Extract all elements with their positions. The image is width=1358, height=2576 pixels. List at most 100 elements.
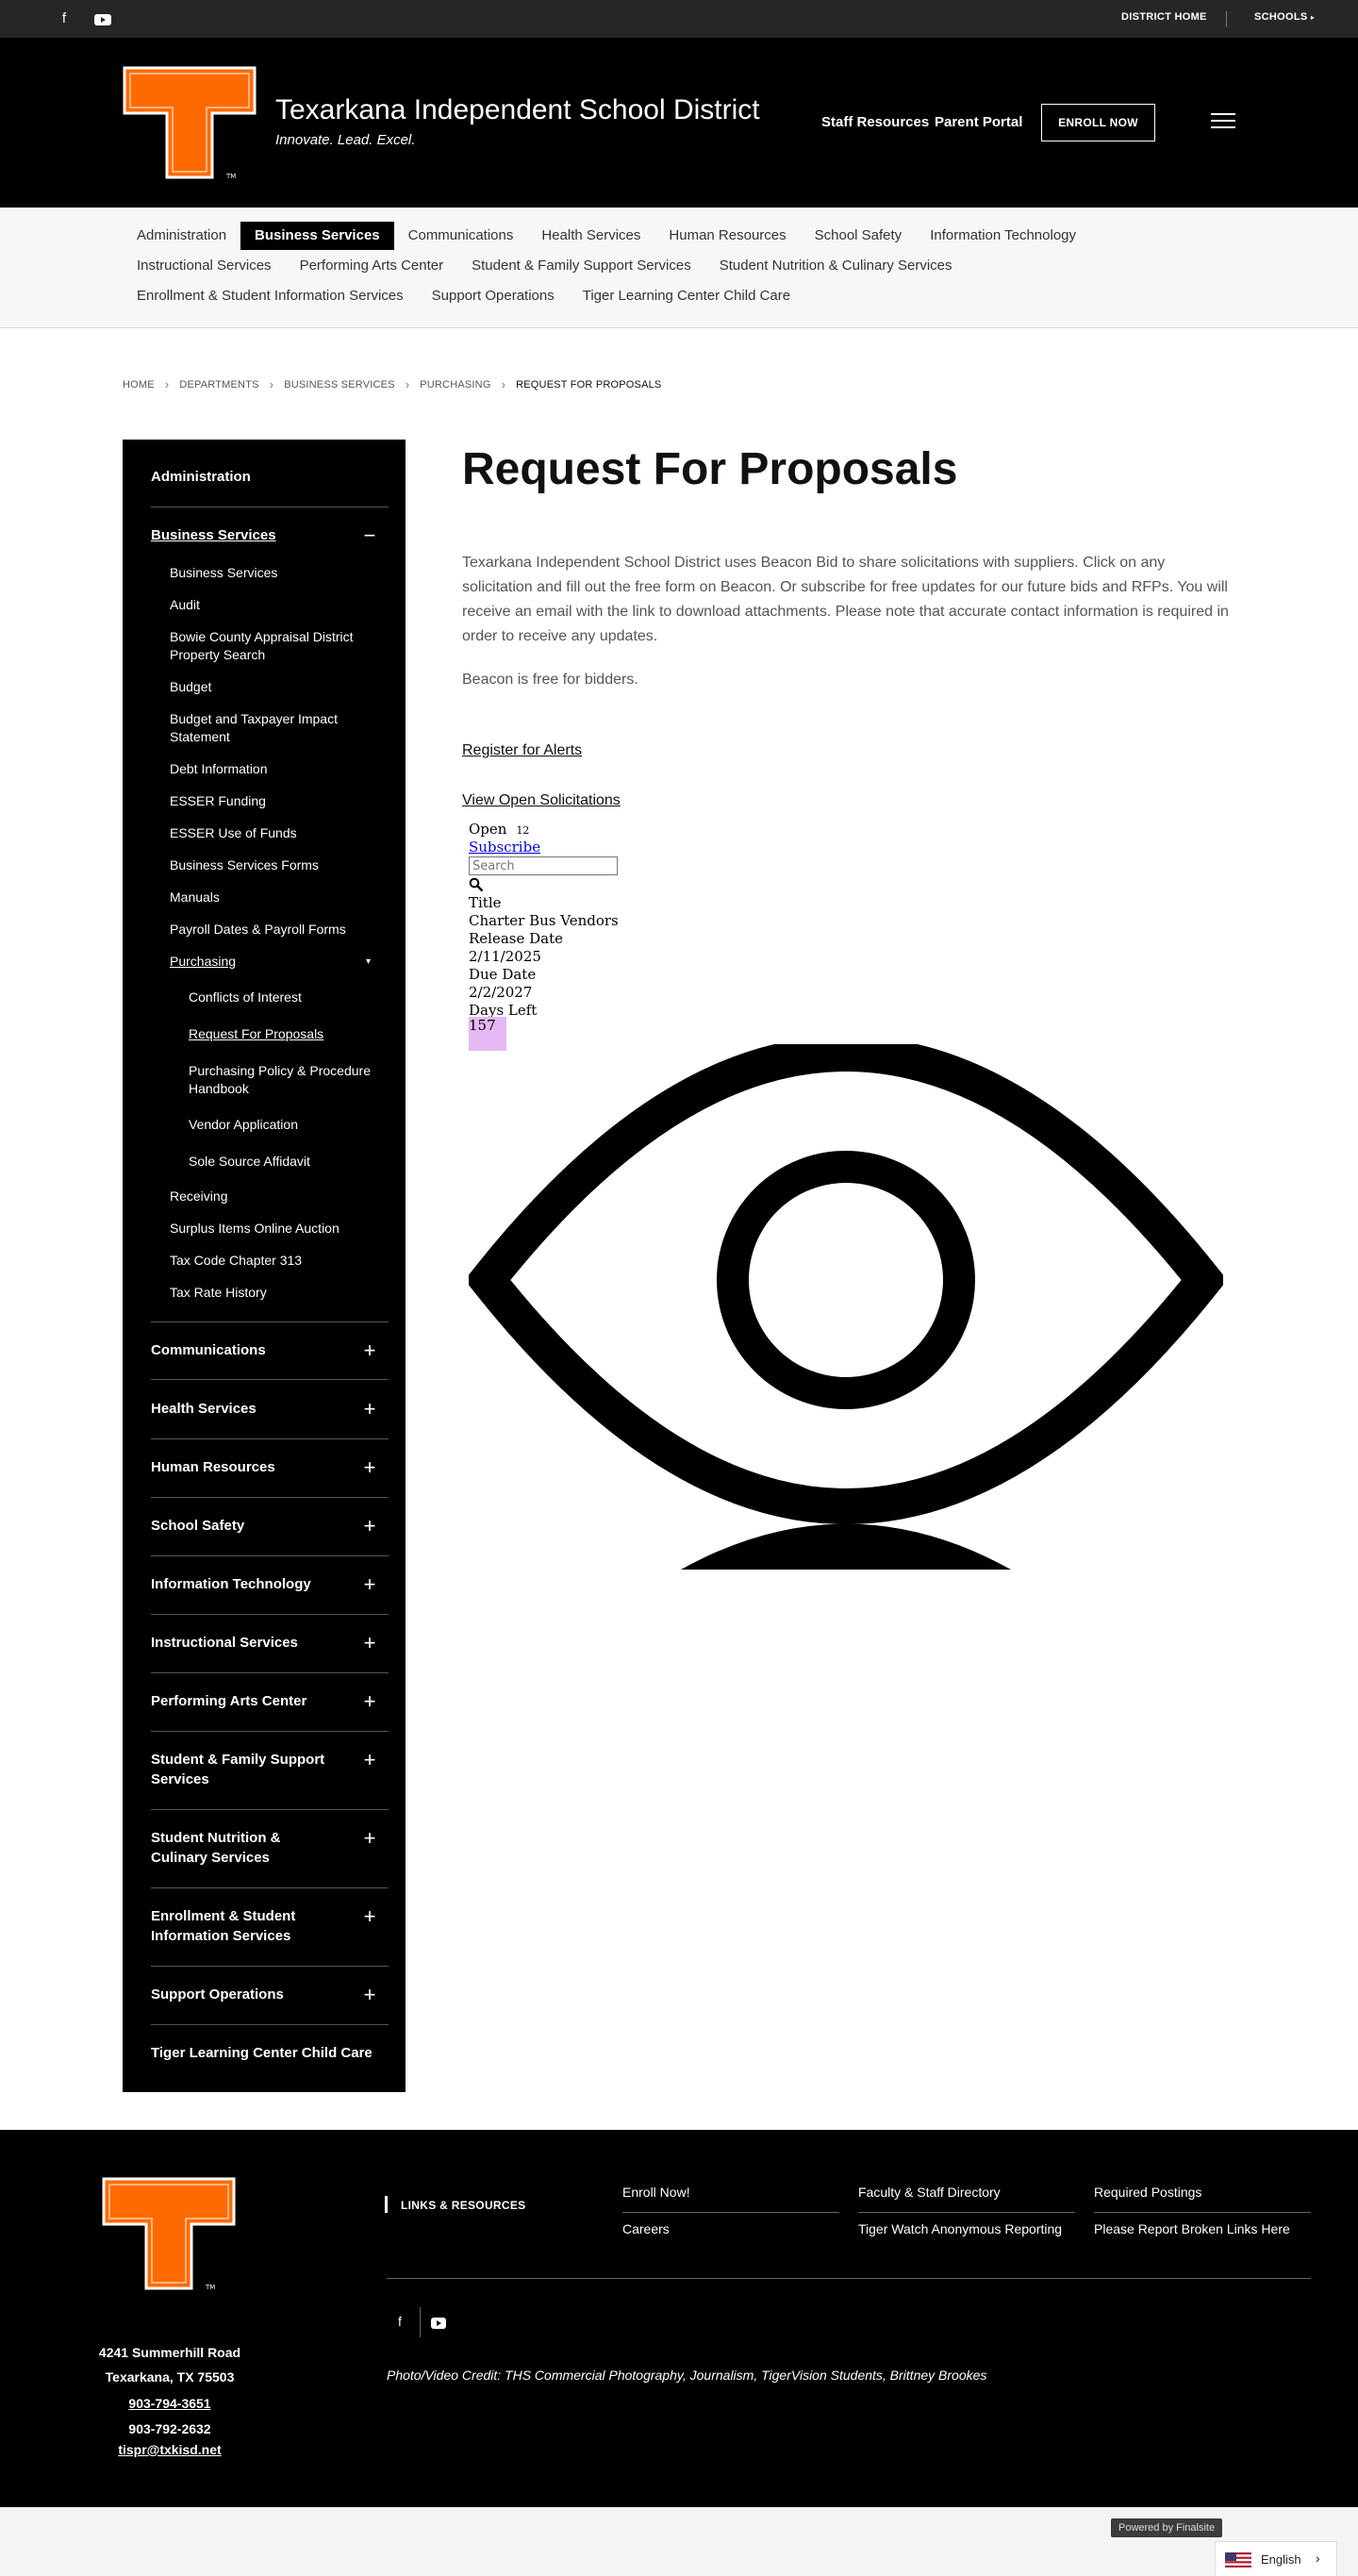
- sidebar-subsubitem-vendor-application[interactable]: Vendor Application: [189, 1116, 377, 1134]
- district-home-link[interactable]: DISTRICT HOME: [1121, 11, 1207, 23]
- dept-tab-administration[interactable]: Administration: [123, 222, 240, 250]
- plus-icon[interactable]: +: [360, 1340, 379, 1361]
- plus-icon[interactable]: +: [360, 1691, 379, 1712]
- sidebar-item-school-safety[interactable]: School Safety: [151, 1516, 330, 1536]
- site-title[interactable]: Texarkana Independent School District: [275, 94, 760, 126]
- footer-logo-icon[interactable]: TM: [102, 2177, 239, 2292]
- plus-icon[interactable]: +: [360, 1574, 379, 1595]
- open-label[interactable]: Open: [469, 821, 506, 838]
- sidebar-item-human-resources[interactable]: Human Resources: [151, 1457, 330, 1477]
- breadcrumb-home[interactable]: HOME: [123, 379, 155, 391]
- plus-icon[interactable]: +: [360, 1828, 379, 1849]
- dept-tab-human-resources[interactable]: Human Resources: [654, 222, 800, 250]
- sidebar-subsubitem-sole-source[interactable]: Sole Source Affidavit: [189, 1153, 377, 1171]
- subscribe-link[interactable]: Subscribe: [469, 839, 540, 856]
- footer-facebook-icon[interactable]: f: [390, 2314, 409, 2329]
- sidebar-subsubitem-policy-handbook[interactable]: Purchasing Policy & Procedure Handbook: [189, 1062, 377, 1098]
- facebook-icon[interactable]: f: [55, 9, 74, 28]
- sidebar-item-support-operations[interactable]: Support Operations: [151, 1985, 330, 2004]
- sidebar-subitem-business-services[interactable]: Business Services: [170, 564, 368, 582]
- footer-link-required-postings[interactable]: Required Postings: [1094, 2185, 1201, 2200]
- staff-resources-link[interactable]: Staff Resources: [821, 114, 929, 130]
- solicitation-title[interactable]: Charter Bus Vendors: [469, 912, 619, 929]
- sidebar-subitem-debt-information[interactable]: Debt Information: [170, 760, 368, 778]
- dept-tab-student-family-support[interactable]: Student & Family Support Services: [457, 252, 705, 280]
- footer-link-careers[interactable]: Careers: [622, 2221, 670, 2236]
- plus-icon[interactable]: +: [360, 1906, 379, 1927]
- dept-tab-business-services[interactable]: Business Services: [240, 222, 394, 250]
- dept-tab-performing-arts-center[interactable]: Performing Arts Center: [286, 252, 458, 280]
- dept-tab-tiger-learning-center[interactable]: Tiger Learning Center Child Care: [569, 282, 804, 310]
- dept-tab-instructional-services[interactable]: Instructional Services: [123, 252, 286, 280]
- title-label: Title: [469, 894, 502, 911]
- minus-icon[interactable]: −: [360, 525, 379, 546]
- view-solicitations-link[interactable]: View Open Solicitations: [462, 792, 621, 809]
- sidebar-subitem-receiving[interactable]: Receiving: [170, 1188, 368, 1205]
- sidebar-subitem-audit[interactable]: Audit: [170, 596, 368, 614]
- sidebar-subitem-payroll[interactable]: Payroll Dates & Payroll Forms: [170, 921, 368, 939]
- dept-tab-communications[interactable]: Communications: [394, 222, 528, 250]
- footer-link-broken-links[interactable]: Please Report Broken Links Here: [1094, 2221, 1290, 2236]
- breadcrumb: HOME › DEPARTMENTS › BUSINESS SERVICES ›…: [123, 377, 661, 391]
- hamburger-menu-icon[interactable]: [1211, 113, 1235, 130]
- caret-down-icon[interactable]: ▾: [366, 956, 371, 967]
- sidebar-subitem-esser-funding[interactable]: ESSER Funding: [170, 792, 368, 810]
- dept-tab-student-nutrition[interactable]: Student Nutrition & Culinary Services: [705, 252, 967, 280]
- sidebar-item-enrollment[interactable]: Enrollment & Student Information Service…: [151, 1906, 330, 1946]
- utility-bar: f DISTRICT HOME SCHOOLS ▸: [0, 0, 1358, 38]
- breadcrumb-departments[interactable]: DEPARTMENTS: [179, 379, 258, 391]
- sidebar-item-tiger-learning-center[interactable]: Tiger Learning Center Child Care: [151, 2043, 387, 2063]
- sidebar-item-health-services[interactable]: Health Services: [151, 1399, 330, 1419]
- dept-tab-health-services[interactable]: Health Services: [527, 222, 654, 250]
- dept-tab-enrollment[interactable]: Enrollment & Student Information Service…: [123, 282, 418, 310]
- sidebar-subitem-appraisal-district[interactable]: Bowie County Appraisal District Property…: [170, 628, 368, 664]
- sidebar-subitem-tax-rate[interactable]: Tax Rate History: [170, 1284, 368, 1302]
- sidebar-item-business-services[interactable]: Business Services: [151, 527, 276, 543]
- footer-social-divider: [420, 2307, 421, 2337]
- footer-youtube-icon[interactable]: [429, 2316, 448, 2331]
- footer-email[interactable]: tispr@txkisd.net: [0, 2442, 340, 2457]
- plus-icon[interactable]: +: [360, 1633, 379, 1654]
- sidebar-subsubitem-rfp[interactable]: Request For Proposals: [189, 1025, 377, 1043]
- search-icon[interactable]: [469, 877, 484, 892]
- breadcrumb-purchasing[interactable]: PURCHASING: [420, 379, 490, 391]
- sidebar-subitem-budget[interactable]: Budget: [170, 678, 368, 696]
- sidebar-subitem-purchasing[interactable]: Purchasing: [170, 953, 368, 971]
- plus-icon[interactable]: +: [360, 1457, 379, 1478]
- sidebar-subitem-business-forms[interactable]: Business Services Forms: [170, 856, 368, 874]
- schools-dropdown[interactable]: SCHOOLS ▸: [1254, 11, 1315, 23]
- sidebar-item-administration[interactable]: Administration: [151, 469, 251, 485]
- sidebar-subitem-manuals[interactable]: Manuals: [170, 889, 368, 906]
- sidebar-item-student-nutrition[interactable]: Student Nutrition & Culinary Services: [151, 1828, 330, 1868]
- register-alerts-link[interactable]: Register for Alerts: [462, 742, 582, 759]
- plus-icon[interactable]: +: [360, 1985, 379, 2005]
- district-logo-icon[interactable]: TM: [123, 66, 259, 181]
- powered-by-badge[interactable]: Powered by Finalsite: [1111, 2518, 1223, 2537]
- language-selector[interactable]: English ›: [1215, 2541, 1337, 2576]
- sidebar-subitem-tax-code[interactable]: Tax Code Chapter 313: [170, 1252, 368, 1270]
- sidebar-item-communications[interactable]: Communications: [151, 1340, 330, 1360]
- sidebar-item-student-family-support[interactable]: Student & Family Support Services: [151, 1750, 330, 1789]
- sidebar-subitem-budget-taxpayer[interactable]: Budget and Taxpayer Impact Statement: [170, 710, 368, 746]
- breadcrumb-business-services[interactable]: BUSINESS SERVICES: [284, 379, 395, 391]
- dept-tab-support-operations[interactable]: Support Operations: [418, 282, 569, 310]
- sidebar-item-information-technology[interactable]: Information Technology: [151, 1574, 330, 1594]
- plus-icon[interactable]: +: [360, 1750, 379, 1770]
- footer-link-tiger-watch[interactable]: Tiger Watch Anonymous Reporting: [858, 2221, 1062, 2236]
- dept-tab-information-technology[interactable]: Information Technology: [916, 222, 1090, 250]
- plus-icon[interactable]: +: [360, 1399, 379, 1420]
- parent-portal-link[interactable]: Parent Portal: [935, 114, 1022, 130]
- dept-tab-school-safety[interactable]: School Safety: [801, 222, 917, 250]
- enroll-now-button[interactable]: ENROLL NOW: [1041, 104, 1155, 141]
- footer-link-staff-directory[interactable]: Faculty & Staff Directory: [858, 2185, 1001, 2200]
- footer-link-enroll-now[interactable]: Enroll Now!: [622, 2185, 690, 2200]
- sidebar-subitem-esser-use[interactable]: ESSER Use of Funds: [170, 824, 368, 842]
- sidebar-subsubitem-conflicts[interactable]: Conflicts of Interest: [189, 989, 377, 1006]
- footer-phone-1[interactable]: 903-794-3651: [0, 2396, 340, 2411]
- youtube-icon[interactable]: [93, 10, 112, 29]
- sidebar-subitem-surplus[interactable]: Surplus Items Online Auction: [170, 1220, 368, 1238]
- sidebar-item-instructional-services[interactable]: Instructional Services: [151, 1633, 330, 1653]
- plus-icon[interactable]: +: [360, 1516, 379, 1537]
- sidebar-item-performing-arts[interactable]: Performing Arts Center: [151, 1691, 330, 1711]
- search-input[interactable]: [469, 856, 618, 875]
